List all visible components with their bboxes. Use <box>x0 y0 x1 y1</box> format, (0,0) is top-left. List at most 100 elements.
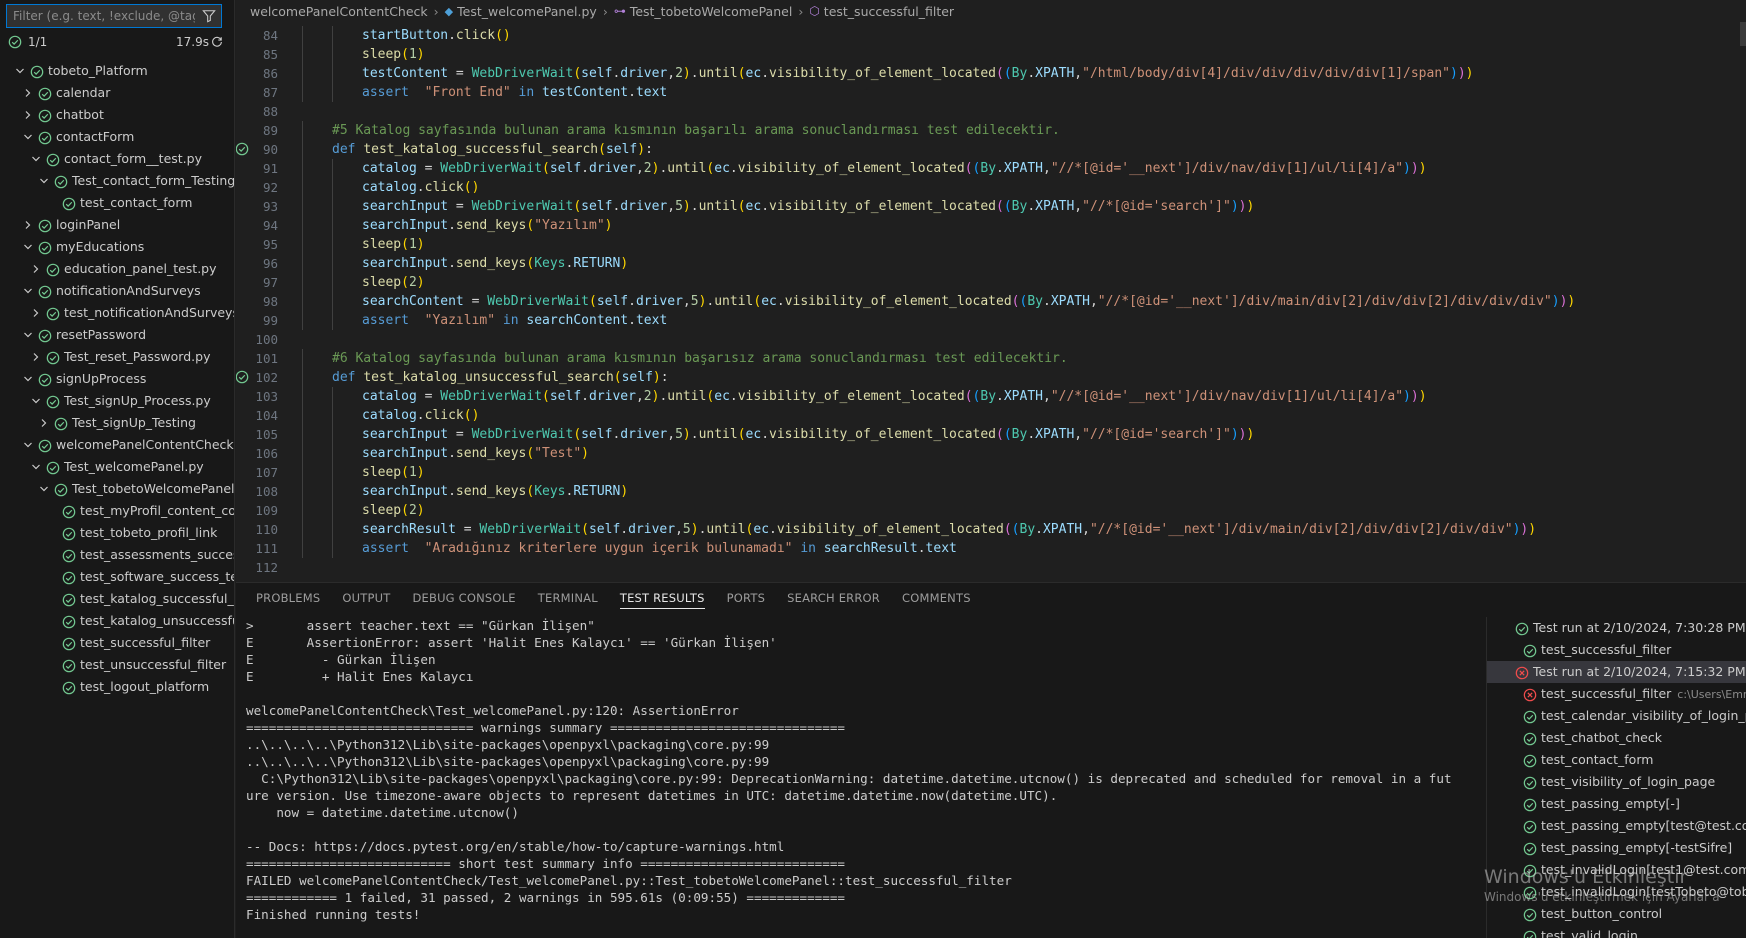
tree-item[interactable]: Test_signUp_Testing <box>0 412 234 434</box>
panel-tab[interactable]: TEST RESULTS <box>619 583 705 613</box>
filter-input[interactable] <box>7 5 195 27</box>
test-result-item[interactable]: test_chatbot_check <box>1487 727 1746 749</box>
code-line[interactable]: 109 sleep(2) <box>236 501 1746 520</box>
test-output[interactable]: > assert teacher.text == "Gürkan İlişen"… <box>246 617 1486 937</box>
breadcrumb-file[interactable]: Test_welcomePanel.py <box>457 4 597 19</box>
chevron-down-icon[interactable] <box>38 478 50 500</box>
code-line[interactable]: 104 catalog.click() <box>236 406 1746 425</box>
tree-item[interactable]: test_unsuccessful_filter <box>0 654 234 676</box>
panel-tab[interactable]: DEBUG CONSOLE <box>412 583 515 613</box>
code-line[interactable]: 91 catalog = WebDriverWait(self.driver,2)… <box>236 159 1746 178</box>
tree-item[interactable]: test_software_success_test <box>0 566 234 588</box>
code-line[interactable]: 103 catalog = WebDriverWait(self.driver,2… <box>236 387 1746 406</box>
code-line[interactable]: 85 sleep(1) <box>236 45 1746 64</box>
code-line[interactable]: 87 assert "Front End" in testContent.text <box>236 83 1746 102</box>
tree-item[interactable]: Test_tobetoWelcomePanel <box>0 478 234 500</box>
code-line[interactable]: 86 testContent = WebDriverWait(self.drive… <box>236 64 1746 83</box>
tree-item[interactable]: chatbot <box>0 104 234 126</box>
tree-item[interactable]: test_katalog_successful_s... <box>0 588 234 610</box>
test-result-item[interactable]: test_visibility_of_login_page <box>1487 771 1746 793</box>
code-line[interactable]: 107 sleep(1) <box>236 463 1746 482</box>
code-line[interactable]: 99 assert "Yazılım" in searchContent.text <box>236 311 1746 330</box>
tree-item[interactable]: calendar <box>0 82 234 104</box>
tree-item[interactable]: contact_form__test.py <box>0 148 234 170</box>
code-line[interactable]: 94 searchInput.send_keys("Yazılım") <box>236 216 1746 235</box>
code-editor[interactable]: 84 startButton.click() 85 sleep(1) 86 testCon… <box>236 0 1746 582</box>
breadcrumb-folder[interactable]: welcomePanelContentCheck <box>250 4 428 19</box>
chevron-down-icon[interactable] <box>22 126 34 148</box>
code-line[interactable]: 84 startButton.click() <box>236 26 1746 45</box>
code-line[interactable]: 95 sleep(1) <box>236 235 1746 254</box>
panel-tab[interactable]: SEARCH ERROR <box>787 583 880 613</box>
test-result-item[interactable]: test_passing_empty[-testSifre] <box>1487 837 1746 859</box>
tree-item[interactable]: Test_reset_Password.py <box>0 346 234 368</box>
chevron-right-icon[interactable] <box>30 346 42 368</box>
filter-icon[interactable] <box>202 9 216 23</box>
tree-item[interactable]: notificationAndSurveys <box>0 280 234 302</box>
code-line[interactable]: 90 def test_katalog_successful_search(sel… <box>236 140 1746 159</box>
code-line[interactable]: 88 <box>236 102 1746 121</box>
test-result-item[interactable]: test_successful_filter c:\Users\Emre\ <box>1487 683 1746 705</box>
test-run-item[interactable]: Test run at 2/10/2024, 7:15:32 PM <box>1487 661 1746 683</box>
chevron-down-icon[interactable] <box>30 148 42 170</box>
editor-scrollbar[interactable] <box>1740 20 1746 46</box>
breadcrumb-method[interactable]: test_successful_filter <box>824 4 954 19</box>
tree-item[interactable]: welcomePanelContentCheck <box>0 434 234 456</box>
test-result-item[interactable]: test_passing_empty[-] <box>1487 793 1746 815</box>
chevron-down-icon[interactable] <box>22 280 34 302</box>
tree-item[interactable]: Test_contact_form_Testing <box>0 170 234 192</box>
code-line[interactable]: 108 searchInput.send_keys(Keys.RETURN) <box>236 482 1746 501</box>
chevron-down-icon[interactable] <box>22 324 34 346</box>
code-line[interactable]: 102 def test_katalog_unsuccessful_search(… <box>236 368 1746 387</box>
panel-tab[interactable]: PORTS <box>727 583 765 613</box>
code-line[interactable]: 111 assert "Aradığınız kriterlere uygun i… <box>236 539 1746 558</box>
code-line[interactable]: 93 searchInput = WebDriverWait(self.drive… <box>236 197 1746 216</box>
tree-item[interactable]: test_logout_platform <box>0 676 234 698</box>
code-line[interactable]: 97 sleep(2) <box>236 273 1746 292</box>
test-result-item[interactable]: test_invalidLogin[testTobeto@tobe <box>1487 881 1746 903</box>
chevron-down-icon[interactable] <box>22 368 34 390</box>
chevron-right-icon[interactable] <box>30 302 42 324</box>
test-result-item[interactable]: test_button_control <box>1487 903 1746 925</box>
chevron-right-icon[interactable] <box>22 104 34 126</box>
tree-item[interactable]: myEducations <box>0 236 234 258</box>
chevron-down-icon[interactable] <box>14 60 26 82</box>
chevron-down-icon[interactable] <box>22 434 34 456</box>
tree-item[interactable]: test_assessments_success... <box>0 544 234 566</box>
tree-item[interactable]: test_successful_filter <box>0 632 234 654</box>
chevron-down-icon[interactable] <box>30 456 42 478</box>
test-result-item[interactable]: test_valid_login <box>1487 925 1746 938</box>
tree-item[interactable]: test_katalog_unsuccessful... <box>0 610 234 632</box>
tree-item[interactable]: Test_signUp_Process.py <box>0 390 234 412</box>
code-line[interactable]: 112 <box>236 558 1746 577</box>
code-line[interactable]: 89 #5 Katalog sayfasında bulunan arama kı… <box>236 121 1746 140</box>
tree-item[interactable]: contactForm <box>0 126 234 148</box>
code-line[interactable]: 105 searchInput = WebDriverWait(self.driv… <box>236 425 1746 444</box>
code-line[interactable]: 101 #6 Katalog sayfasında bulunan arama k… <box>236 349 1746 368</box>
test-result-item[interactable]: test_successful_filter <box>1487 639 1746 661</box>
test-result-item[interactable]: test_calendar_visibility_of_login_pa <box>1487 705 1746 727</box>
breadcrumb-class[interactable]: Test_tobetoWelcomePanel <box>630 4 793 19</box>
tree-item[interactable]: test_notificationAndSurveys.... <box>0 302 234 324</box>
chevron-down-icon[interactable] <box>38 170 50 192</box>
panel-tab[interactable]: OUTPUT <box>342 583 390 613</box>
chevron-right-icon[interactable] <box>22 214 34 236</box>
tree-item[interactable]: signUpProcess <box>0 368 234 390</box>
code-line[interactable]: 106 searchInput.send_keys("Test") <box>236 444 1746 463</box>
tree-item[interactable]: test_myProfil_content_co... <box>0 500 234 522</box>
test-passed-gutter-icon[interactable] <box>236 370 250 385</box>
panel-tab[interactable]: TERMINAL <box>538 583 598 613</box>
tree-item[interactable]: resetPassword <box>0 324 234 346</box>
tree-item[interactable]: education_panel_test.py <box>0 258 234 280</box>
test-run-item[interactable]: Test run at 2/10/2024, 7:30:28 PM <box>1487 617 1746 639</box>
code-line[interactable]: 96 searchInput.send_keys(Keys.RETURN) <box>236 254 1746 273</box>
panel-tab[interactable]: PROBLEMS <box>256 583 320 613</box>
test-result-item[interactable]: test_contact_form <box>1487 749 1746 771</box>
panel-tab[interactable]: COMMENTS <box>902 583 971 613</box>
tree-item[interactable]: tobeto_Platform <box>0 60 234 82</box>
code-line[interactable]: 100 <box>236 330 1746 349</box>
tree-item[interactable]: test_tobeto_profil_link <box>0 522 234 544</box>
chevron-right-icon[interactable] <box>38 412 50 434</box>
code-line[interactable]: 110 searchResult = WebDriverWait(self.dri… <box>236 520 1746 539</box>
code-line[interactable]: 92 catalog.click() <box>236 178 1746 197</box>
